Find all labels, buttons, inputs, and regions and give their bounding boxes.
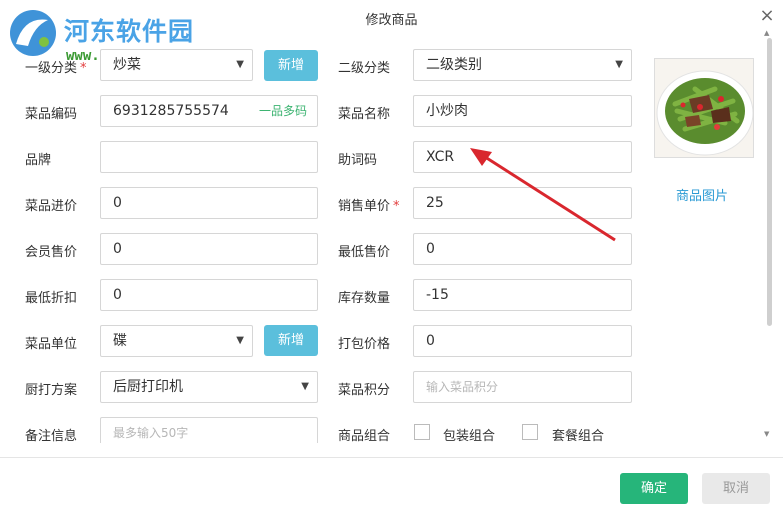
pack-price-input[interactable]: 0	[413, 325, 632, 357]
member-price-input[interactable]: 0	[100, 233, 318, 265]
points-input[interactable]: 输入菜品积分	[413, 371, 632, 403]
min-price-label: 最低售价	[338, 245, 391, 260]
kitchen-select[interactable]: 后厨打印机 ▼	[100, 371, 318, 403]
footer-divider	[0, 457, 783, 458]
dropdown-arrow-icon: ▼	[615, 59, 623, 70]
mnemonic-label: 助词码	[338, 153, 378, 168]
level1-add-button[interactable]: 新增	[264, 50, 318, 81]
scroll-down-icon[interactable]: ▼	[764, 430, 769, 438]
code-input[interactable]: 6931285755574 一品多码	[100, 95, 318, 127]
cancel-button[interactable]: 取消	[702, 473, 770, 504]
watermark-logo-icon	[10, 10, 56, 56]
level2-select[interactable]: 二级类别 ▼	[413, 49, 632, 81]
level1-label: 一级分类 *	[25, 61, 87, 76]
brand-label: 品牌	[25, 153, 52, 168]
member-price-label: 会员售价	[25, 245, 78, 260]
stock-label: 库存数量	[338, 291, 391, 306]
min-discount-label: 最低折扣	[25, 291, 78, 306]
scroll-up-icon[interactable]: ▲	[764, 29, 769, 37]
remark-input[interactable]: 最多输入50字	[100, 417, 318, 443]
code-label: 菜品编码	[25, 107, 78, 122]
multi-code-link[interactable]: 一品多码	[259, 96, 307, 126]
remark-label: 备注信息	[25, 429, 78, 443]
dropdown-arrow-icon: ▼	[236, 335, 244, 346]
unit-select[interactable]: 碟 ▼	[100, 325, 253, 357]
set-meal-combo-checkbox[interactable]	[522, 424, 538, 440]
package-combo-label: 包装组合	[443, 429, 496, 443]
product-image[interactable]	[654, 58, 754, 158]
min-discount-input[interactable]: 0	[100, 279, 318, 311]
clipped-row: 备注信息 最多输入50字 商品组合 包装组合 套餐组合	[0, 410, 760, 443]
product-image-link[interactable]: 商品图片	[676, 185, 728, 204]
level2-label: 二级分类	[338, 61, 391, 76]
unit-label: 菜品单位	[25, 337, 78, 352]
package-combo-checkbox[interactable]	[414, 424, 430, 440]
brand-input[interactable]	[100, 141, 318, 173]
name-input[interactable]: 小炒肉	[413, 95, 632, 127]
pack-price-label: 打包价格	[338, 337, 391, 352]
dropdown-arrow-icon: ▼	[236, 59, 244, 70]
kitchen-label: 厨打方案	[25, 383, 78, 398]
points-label: 菜品积分	[338, 383, 391, 398]
set-meal-combo-label: 套餐组合	[552, 429, 605, 443]
cost-price-input[interactable]: 0	[100, 187, 318, 219]
watermark-site-name: 河东软件园	[64, 17, 195, 46]
cost-price-label: 菜品进价	[25, 199, 78, 214]
annotation-arrow-icon	[470, 148, 616, 242]
level1-select[interactable]: 炒菜 ▼	[100, 49, 253, 81]
combo-label: 商品组合	[338, 429, 391, 443]
name-label: 菜品名称	[338, 107, 391, 122]
stock-input[interactable]: -15	[413, 279, 632, 311]
scrollbar-thumb[interactable]	[767, 38, 772, 326]
unit-add-button[interactable]: 新增	[264, 325, 318, 356]
confirm-button[interactable]: 确定	[620, 473, 688, 504]
close-icon[interactable]: ×	[755, 4, 779, 28]
dish-photo-icon	[655, 59, 753, 157]
dropdown-arrow-icon: ▼	[301, 381, 309, 392]
sale-price-label: 销售单价 *	[338, 199, 400, 214]
